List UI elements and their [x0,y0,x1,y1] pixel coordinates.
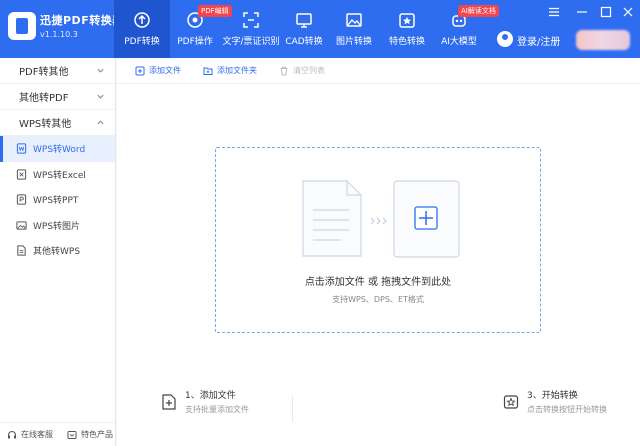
maximize-icon[interactable] [600,6,612,18]
nav-ai-model[interactable]: AI解读文档 AI大模型 [432,0,499,58]
document-icon [302,180,362,257]
clear-list-button[interactable]: 清空列表 [279,65,325,76]
toolbar: 添加文件 添加文件夹 清空列表 [117,58,640,84]
nav-label: PDF操作 [177,37,213,47]
app-version: v1.1.10.3 [40,30,78,39]
nav-pdf-convert[interactable]: PDF转换 [114,0,170,58]
chevron-down-icon [96,66,105,75]
nav-label: AI大模型 [441,37,477,47]
image-icon [345,11,363,29]
menu-icon[interactable] [548,6,560,18]
online-service-label: 在线客服 [21,430,53,439]
excel-icon [16,169,27,180]
add-folder-icon [203,66,213,76]
drop-illustration [301,180,461,258]
gift-icon [67,430,77,440]
step-title: 3、开始转换 [527,391,578,401]
featured-products-label: 特色产品 [81,430,113,439]
main-nav: PDF转换 PDF编辑 PDF操作 文字/票证识别 CAD转换 图片转换 特色转… [114,0,499,58]
nav-tag-badge: AI解读文档 [458,5,499,17]
ppt-icon [16,194,27,205]
convert-step-icon [503,394,519,410]
close-icon[interactable] [622,6,634,18]
nav-label: 文字/票证识别 [222,37,280,47]
avatar[interactable] [497,31,513,47]
star-icon [398,11,416,29]
file-drop-zone[interactable]: 点击添加文件 或 拖拽文件到此处 支持WPS、DPS、ET格式 [215,147,541,333]
online-service-link[interactable]: 在线客服 [7,429,53,440]
chevron-up-icon [96,118,105,127]
clear-list-label: 清空列表 [293,66,325,75]
nav-ocr[interactable]: 文字/票证识别 [220,0,282,58]
sidebar-item-label: WPS转PPT [33,196,79,207]
file-icon [16,245,27,256]
add-file-step-icon [161,393,177,410]
sidebar-group-pdf-to-other[interactable]: PDF转其他 [0,58,115,84]
steps-guide: 1、添加文件 支持批量添加文件 3、开始转换 点击转换按钮开始转换 [117,388,640,430]
app-name: 迅捷PDF转换器 [40,14,124,27]
drop-zone-title: 点击添加文件 或 拖拽文件到此处 [304,277,452,288]
title-bar: 迅捷PDF转换器 v1.1.10.3 PDF转换 PDF编辑 PDF操作 文字/… [0,0,640,58]
add-file-icon [135,66,145,76]
promo-banner[interactable] [576,30,630,50]
sidebar: PDF转其他 其他转PDF WPS转其他 WPS转Word WPS转Excel … [0,58,116,446]
headset-icon [7,430,17,440]
add-folder-label: 添加文件夹 [217,66,257,75]
sidebar-item-label: WPS转图片 [33,221,81,232]
nav-label: 特色转换 [388,37,425,47]
step-add-file: 1、添加文件 支持批量添加文件 [161,388,249,415]
step-desc: 点击转换按钮开始转换 [527,405,607,414]
nav-pdf-ops[interactable]: PDF编辑 PDF操作 [170,0,232,58]
featured-products-link[interactable]: 特色产品 [67,429,113,440]
step-desc: 支持批量添加文件 [185,405,249,414]
minimize-icon[interactable] [576,6,588,18]
sidebar-group-label: PDF转其他 [19,67,69,78]
chevron-down-icon [96,92,105,101]
ocr-scan-icon [242,11,260,29]
login-register-link[interactable]: 登录/注册 [517,33,560,48]
add-file-label: 添加文件 [149,66,181,75]
main-panel: 添加文件 添加文件夹 清空列表 点击添加文件 或 拖拽文件到此处 支持WPS、D… [117,58,640,446]
sidebar-item-label: WPS转Excel [33,170,86,181]
add-folder-button[interactable]: 添加文件夹 [203,65,257,76]
nav-label: 图片转换 [335,37,372,47]
arrow-dots-icon [370,217,387,225]
sidebar-group-other-to-pdf[interactable]: 其他转PDF [0,84,115,110]
word-icon [16,143,27,154]
sidebar-item-wps-to-image[interactable]: WPS转图片 [0,213,115,239]
drop-zone-hint: 支持WPS、DPS、ET格式 [332,295,424,304]
app-logo [8,12,36,40]
nav-label: CAD转换 [285,37,323,47]
sidebar-item-label: 其他转WPS [33,247,81,258]
nav-cad[interactable]: CAD转换 [282,0,326,58]
image-icon [16,220,27,231]
step-divider [292,396,293,422]
sidebar-footer: 在线客服 特色产品 [0,422,115,446]
cad-icon [295,11,313,29]
nav-label: PDF转换 [124,37,160,47]
nav-image-convert[interactable]: 图片转换 [326,0,382,58]
convert-icon [133,11,151,29]
add-file-button[interactable]: 添加文件 [135,65,181,76]
sidebar-item-wps-to-excel[interactable]: WPS转Excel [0,162,115,188]
sidebar-group-label: WPS转其他 [19,119,72,130]
sidebar-item-wps-to-word[interactable]: WPS转Word [0,136,115,162]
step-start-convert: 3、开始转换 点击转换按钮开始转换 [503,388,607,415]
add-box-icon [393,180,460,258]
sidebar-group-wps-to-other[interactable]: WPS转其他 [0,110,115,136]
sidebar-group-label: 其他转PDF [19,93,69,104]
sidebar-item-wps-to-ppt[interactable]: WPS转PPT [0,187,115,213]
step-title: 1、添加文件 [185,391,236,401]
sidebar-item-label: WPS转Word [33,145,86,156]
nav-special-convert[interactable]: 特色转换 [382,0,432,58]
sidebar-item-other-to-wps[interactable]: 其他转WPS [0,238,115,264]
trash-icon [279,66,289,76]
